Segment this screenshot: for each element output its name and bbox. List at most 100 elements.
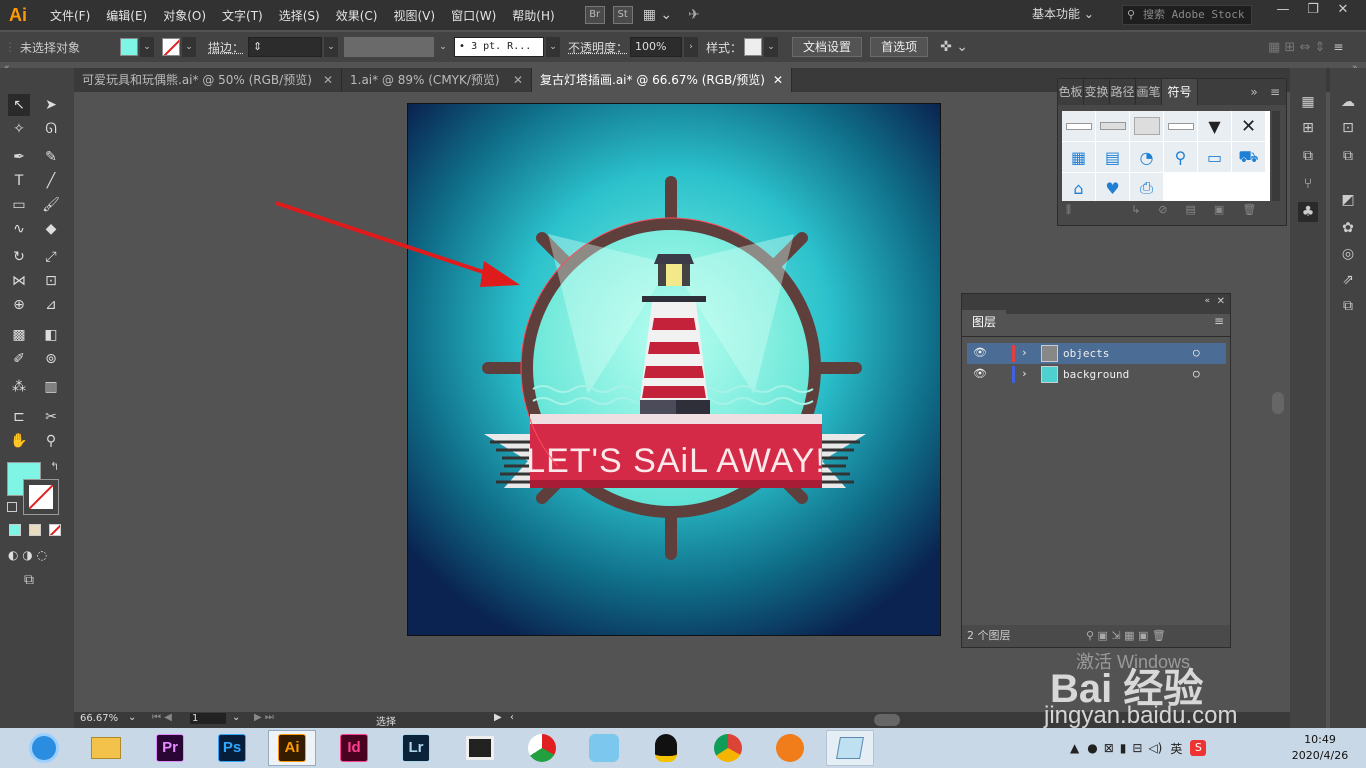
tab-document-2[interactable]: 1.ai* @ 89% (CMYK/预览) ✕ bbox=[342, 68, 532, 92]
symbol-search-icon[interactable]: ⚲ bbox=[1164, 142, 1197, 172]
taskbar-qq[interactable] bbox=[642, 730, 690, 766]
scroll-left-icon[interactable]: ‹ bbox=[510, 712, 514, 723]
symbol-button-4[interactable] bbox=[1164, 111, 1197, 141]
artboards-panel-icon[interactable]: ⧉ bbox=[1338, 146, 1358, 166]
symbol-heart-icon[interactable]: ♥ bbox=[1096, 173, 1129, 201]
stock-search-input[interactable]: ⚲ 搜索 Adobe Stock bbox=[1122, 5, 1252, 25]
visibility-eye-icon[interactable]: 👁 bbox=[973, 367, 987, 380]
horizontal-scrollbar-thumb[interactable] bbox=[874, 714, 900, 726]
stroke-dropdown[interactable]: ⌄ bbox=[182, 37, 196, 57]
layers-tab[interactable]: 图层 bbox=[962, 310, 1006, 334]
symbol-home-icon[interactable]: ⌂ bbox=[1062, 173, 1095, 201]
vertical-scrollbar-thumb[interactable] bbox=[1272, 392, 1284, 414]
lasso-tool-icon[interactable]: ᘏ bbox=[40, 118, 62, 140]
close-tab-icon[interactable]: ✕ bbox=[513, 68, 523, 92]
taskbar-photoshop[interactable]: Ps bbox=[208, 730, 256, 766]
symbol-libraries-icon[interactable]: ⫼ bbox=[1066, 203, 1071, 217]
preferences-button[interactable]: 首选项 bbox=[870, 37, 929, 57]
document-setup-button[interactable]: 文档设置 bbox=[792, 37, 863, 57]
close-tab-icon[interactable]: ✕ bbox=[773, 68, 783, 92]
type-tool-icon[interactable]: T bbox=[8, 170, 30, 192]
tray-network-icon[interactable]: ⊟ bbox=[1132, 741, 1142, 755]
blend-tool-icon[interactable]: ⊚ bbox=[40, 348, 62, 370]
symbol-printer-icon[interactable]: ⎙ bbox=[1130, 173, 1163, 201]
color-panel-icon[interactable]: ▦ bbox=[1298, 92, 1318, 112]
opacity-input[interactable]: 100% bbox=[630, 37, 683, 57]
taskbar-video-editor[interactable] bbox=[456, 730, 504, 766]
stroke-swatch[interactable] bbox=[162, 38, 180, 56]
brushes-panel-icon[interactable]: ⑂ bbox=[1298, 174, 1318, 194]
artboard-number[interactable]: 1 bbox=[190, 713, 226, 724]
export-panel-icon[interactable]: ⇗ bbox=[1338, 270, 1358, 290]
symbol-film-icon[interactable]: ▤ bbox=[1096, 142, 1129, 172]
stroke-label[interactable]: 描边： bbox=[208, 39, 244, 56]
layers-panel-icon[interactable]: ⧉ bbox=[1338, 296, 1358, 316]
eraser-tool-icon[interactable]: ◆ bbox=[40, 218, 62, 240]
pen-tool-icon[interactable]: ✒ bbox=[8, 146, 30, 168]
gradient-panel-icon[interactable]: ◩ bbox=[1338, 190, 1358, 210]
start-button[interactable] bbox=[20, 730, 68, 766]
stock-button[interactable]: St bbox=[612, 6, 633, 24]
taskbar-chrome[interactable] bbox=[704, 730, 752, 766]
zoom-level[interactable]: 66.67% bbox=[80, 713, 118, 724]
stroke-weight-dropdown[interactable]: ⌄ bbox=[324, 37, 339, 57]
symbols-scrollbar[interactable] bbox=[1272, 111, 1280, 201]
panel-close-icon[interactable]: ✕ bbox=[1217, 296, 1225, 307]
align-panel-icon[interactable]: ⊞ bbox=[1298, 118, 1318, 138]
symbol-calendar-icon[interactable]: ▦ bbox=[1062, 142, 1095, 172]
taskbar-app-orange[interactable] bbox=[766, 730, 814, 766]
gpu-performance-icon[interactable]: ✈ bbox=[688, 7, 700, 23]
selection-tool-icon[interactable]: ↖ bbox=[8, 94, 30, 116]
taskbar-premiere[interactable]: Pr bbox=[146, 730, 194, 766]
rectangle-tool-icon[interactable]: ▭ bbox=[8, 194, 30, 216]
brush-definition[interactable]: • 3 pt. R... bbox=[454, 37, 545, 57]
expand-chevron-icon[interactable]: › bbox=[1021, 346, 1028, 359]
symbols-panel-icon[interactable]: ♣ bbox=[1298, 202, 1318, 222]
tray-qq-icon[interactable]: ● bbox=[1087, 741, 1097, 755]
graph-tool-icon[interactable]: ▥ bbox=[40, 376, 62, 398]
symbol-button-3[interactable] bbox=[1130, 111, 1163, 141]
tab-swatches[interactable]: 色板 bbox=[1058, 79, 1084, 105]
perspective-grid-tool-icon[interactable]: ⊿ bbox=[40, 294, 62, 316]
artboard-nav-last[interactable]: ▶ ⏭ bbox=[254, 712, 274, 723]
artboard-tool-icon[interactable]: ⊏ bbox=[8, 406, 30, 428]
minimize-button[interactable]: — bbox=[1268, 2, 1298, 17]
graphic-style-swatch[interactable] bbox=[744, 38, 763, 56]
eyedropper-tool-icon[interactable]: ✐ bbox=[8, 348, 30, 370]
menu-view[interactable]: 视图(V) bbox=[385, 7, 443, 24]
target-circle-icon[interactable]: ○ bbox=[1193, 346, 1200, 359]
style-dropdown[interactable]: ⌄ bbox=[764, 37, 779, 57]
taskbar-app-umbrella[interactable] bbox=[518, 730, 566, 766]
restore-button[interactable]: ❐ bbox=[1298, 2, 1328, 17]
line-tool-icon[interactable]: ╱ bbox=[40, 170, 62, 192]
panel-menu-icon[interactable]: ≡ bbox=[1264, 79, 1286, 105]
ime-indicator[interactable]: 英 bbox=[1170, 740, 1182, 757]
tray-volume-icon[interactable]: ◁) bbox=[1148, 741, 1162, 755]
symbol-sprayer-tool-icon[interactable]: ⁂ bbox=[8, 376, 30, 398]
menu-object[interactable]: 对象(O) bbox=[155, 7, 214, 24]
align-options-icon[interactable]: ✜ ⌄ bbox=[940, 39, 968, 55]
tab-brushes[interactable]: 画笔 bbox=[1136, 79, 1162, 105]
visibility-eye-icon[interactable]: 👁 bbox=[973, 346, 987, 359]
default-colors-icon[interactable] bbox=[7, 502, 17, 512]
fill-dropdown[interactable]: ⌄ bbox=[140, 37, 154, 57]
pathfinder-panel-icon[interactable]: ⧉ bbox=[1298, 146, 1318, 166]
close-tab-icon[interactable]: ✕ bbox=[323, 68, 333, 92]
mesh-tool-icon[interactable]: ▩ bbox=[8, 324, 30, 346]
screen-mode-icon[interactable]: ⧉ bbox=[24, 572, 34, 588]
rotate-tool-icon[interactable]: ↻ bbox=[8, 246, 30, 268]
clock[interactable]: 10:49 2020/4/26 bbox=[1290, 732, 1350, 764]
symbol-close-icon[interactable]: ✕ bbox=[1232, 111, 1265, 141]
tray-expand-icon[interactable]: ▲ bbox=[1070, 741, 1079, 755]
cc-libraries-icon[interactable]: ☁ bbox=[1338, 92, 1358, 112]
gradient-tool-icon[interactable]: ◧ bbox=[40, 324, 62, 346]
draw-normal-icon[interactable]: ◐ ◑ ◌ bbox=[8, 548, 47, 562]
symbol-button-2[interactable] bbox=[1096, 111, 1129, 141]
artboard[interactable]: LET'S SAiL AWAY! bbox=[407, 103, 941, 636]
stroke-color-box[interactable] bbox=[23, 479, 59, 515]
zoom-tool-icon[interactable]: ⚲ bbox=[40, 430, 62, 452]
layer-name[interactable]: objects bbox=[1063, 347, 1109, 360]
taskbar-explorer[interactable] bbox=[82, 730, 130, 766]
direct-selection-tool-icon[interactable]: ➤ bbox=[40, 94, 62, 116]
color-mode-icon[interactable] bbox=[9, 524, 21, 536]
